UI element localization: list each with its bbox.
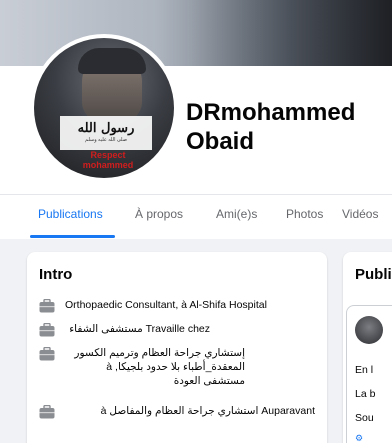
avatar-red-text: Respect mohammed [78, 150, 138, 170]
tab-videos[interactable]: Vidéos [342, 207, 378, 221]
profile-page: رسول الله صلى الله عليه وسلم Respect moh… [0, 0, 392, 443]
avatar-image: رسول الله صلى الله عليه وسلم Respect moh… [34, 38, 174, 178]
avatar-text-main: رسول الله [77, 121, 135, 136]
tab-friends[interactable]: Ami(e)s [216, 207, 257, 221]
tab-photos[interactable]: Photos [286, 207, 323, 221]
intro-item-text: Auparavant استشاري جراحة العظام والمفاصل… [100, 405, 315, 417]
profile-name: DRmohammed Obaid [186, 98, 355, 156]
briefcase-icon [39, 323, 55, 337]
tab-about[interactable]: À propos [135, 207, 183, 221]
active-tab-indicator [30, 235, 115, 238]
profile-avatar[interactable]: رسول الله صلى الله عليه وسلم Respect moh… [30, 34, 178, 182]
post-text-line: En l [355, 364, 374, 376]
intro-item-text: إستشاري جراحة العظام وترميم الكسور المعق… [74, 347, 245, 387]
intro-item-text: Orthopaedic Consultant, à Al-Shifa Hospi… [65, 299, 267, 311]
post-text-line: Sou [355, 412, 374, 424]
avatar-red-text-line1: Respect [90, 150, 126, 160]
post-text-line: La b [355, 388, 376, 400]
intro-card: Intro Orthopaedic Consultant, à Al-Shifa… [27, 252, 327, 443]
cover-shade [190, 0, 392, 66]
avatar-text-sub: صلى الله عليه وسلم [85, 137, 127, 143]
briefcase-icon [39, 405, 55, 419]
avatar-banner: رسول الله صلى الله عليه وسلم [60, 116, 152, 150]
intro-title: Intro [39, 266, 73, 283]
briefcase-icon [39, 299, 55, 313]
profile-name-line1: DRmohammed [186, 99, 356, 126]
post-card[interactable]: En l La b Sou ⚙ [346, 305, 392, 443]
avatar-cap-shape [78, 48, 146, 74]
tab-publications[interactable]: Publications [38, 207, 103, 221]
briefcase-icon [39, 347, 55, 361]
post-avatar[interactable] [355, 316, 383, 344]
gear-icon[interactable]: ⚙ [355, 433, 363, 443]
publications-title: Publi [355, 266, 392, 283]
avatar-red-text-line2: mohammed [82, 160, 134, 170]
intro-item-text: Travaille chez مستشفى الشفاء [69, 323, 210, 335]
profile-tabs: Publications À propos Ami(e)s Photos Vid… [0, 194, 392, 239]
profile-name-line2: Obaid [186, 128, 255, 155]
